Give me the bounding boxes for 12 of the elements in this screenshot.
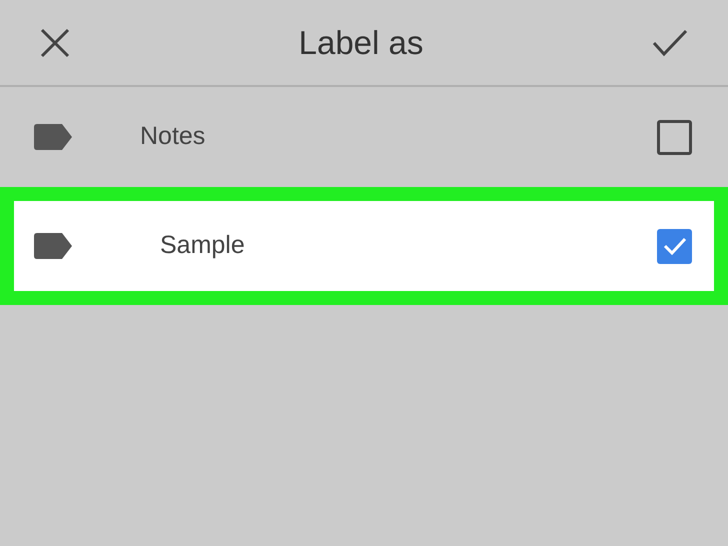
label-tag-icon — [34, 233, 72, 259]
check-icon — [652, 28, 688, 56]
label-row[interactable]: Sample — [14, 201, 714, 291]
label-row[interactable]: Notes — [0, 87, 728, 187]
label-name: Notes — [140, 121, 206, 152]
header-title: Label as — [298, 22, 424, 63]
label-checkbox[interactable] — [657, 120, 692, 154]
label-name: Sample — [160, 230, 246, 262]
label-tag-icon — [34, 124, 72, 150]
checkmark-icon — [662, 236, 686, 256]
close-icon — [40, 28, 70, 58]
label-checkbox[interactable] — [657, 228, 692, 264]
